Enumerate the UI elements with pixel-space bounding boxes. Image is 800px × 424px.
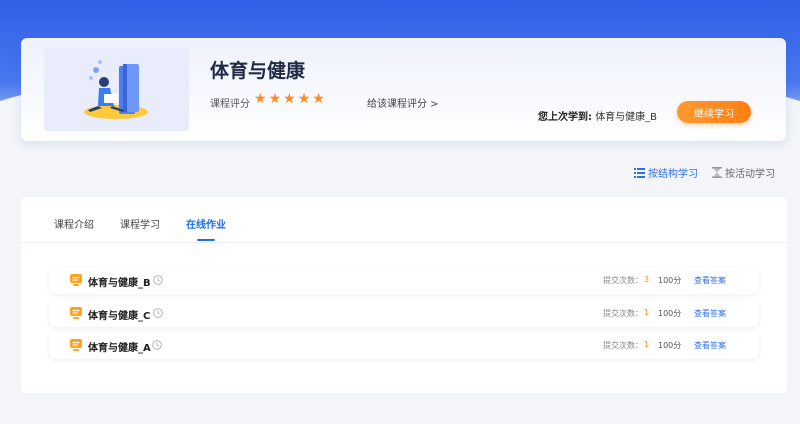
rate-course-link[interactable]: 给该课程评分 > — [367, 95, 439, 110]
mode-label: 按活动学习 — [725, 169, 775, 180]
homework-score: 100分 — [658, 276, 682, 285]
submit-count-value: 1 — [644, 340, 650, 349]
homework-title: 体育与健康_A — [88, 343, 151, 354]
tab-course-study[interactable]: 课程学习 — [120, 216, 160, 231]
list-icon — [634, 167, 645, 178]
tab-course-intro[interactable]: 课程介绍 — [54, 216, 94, 231]
course-tabs: 课程介绍 课程学习 在线作业 — [21, 197, 787, 243]
submit-count-value: 1 — [644, 308, 650, 317]
last-study-label: 您上次学到: — [538, 112, 592, 123]
course-cover-image — [44, 48, 189, 131]
star-icon: ★ — [283, 91, 296, 107]
homework-icon — [70, 307, 82, 319]
rating-label: 课程评分 — [210, 99, 250, 110]
submit-count-label: 提交次数： — [603, 341, 643, 350]
clock-icon — [153, 308, 163, 318]
tab-online-homework[interactable]: 在线作业 — [186, 216, 226, 231]
mode-by-structure[interactable]: 按结构学习 — [634, 165, 698, 180]
homework-title: 体育与健康_B — [88, 278, 151, 289]
homework-icon — [70, 339, 82, 351]
rating-stars: ★ ★ ★ ★ ★ — [254, 90, 325, 108]
homework-row[interactable]: 体育与健康_C 提交次数： 1 100分 查看答案 — [50, 300, 758, 327]
hourglass-icon — [712, 167, 722, 178]
submit-count-label: 提交次数： — [603, 309, 643, 318]
star-icon: ★ — [312, 91, 325, 107]
active-tab-indicator — [197, 239, 215, 241]
mode-label: 按结构学习 — [648, 169, 698, 180]
view-answer-link[interactable]: 查看答案 — [694, 340, 726, 351]
course-title: 体育与健康 — [210, 60, 306, 82]
clock-icon — [152, 340, 162, 350]
homework-score: 100分 — [658, 341, 682, 350]
star-icon: ★ — [254, 91, 267, 107]
homework-score: 100分 — [658, 309, 682, 318]
homework-row[interactable]: 体育与健康_A 提交次数： 1 100分 查看答案 — [50, 332, 758, 359]
continue-learning-button[interactable]: 继续学习 — [677, 101, 751, 123]
view-answer-link[interactable]: 查看答案 — [694, 275, 726, 286]
course-header-card: 体育与健康 课程评分 ★ ★ ★ ★ ★ 给该课程评分 > 您上次学到: 体育与健康_B… — [21, 38, 786, 141]
homework-title: 体育与健康_C — [88, 311, 151, 322]
view-answer-link[interactable]: 查看答案 — [694, 308, 726, 319]
reading-person-illustration — [84, 60, 148, 119]
homework-icon — [70, 274, 82, 286]
last-study-value: 体育与健康_B — [595, 112, 658, 123]
learning-mode-switch: 按结构学习 按活动学习 — [634, 165, 775, 180]
homework-row[interactable]: 体育与健康_B 提交次数： 3 100分 查看答案 — [50, 267, 758, 294]
last-study-info: 您上次学到: 体育与健康_B — [538, 108, 657, 123]
content-panel: 课程介绍 课程学习 在线作业 体育与健康_B 提交次数： 3 100分 查看答案… — [21, 197, 787, 393]
submit-count-label: 提交次数： — [603, 276, 643, 285]
star-icon: ★ — [268, 91, 282, 107]
clock-icon — [153, 275, 163, 285]
mode-by-activity[interactable]: 按活动学习 — [712, 165, 775, 180]
star-icon: ★ — [297, 91, 311, 107]
submit-count-value: 3 — [644, 275, 650, 284]
